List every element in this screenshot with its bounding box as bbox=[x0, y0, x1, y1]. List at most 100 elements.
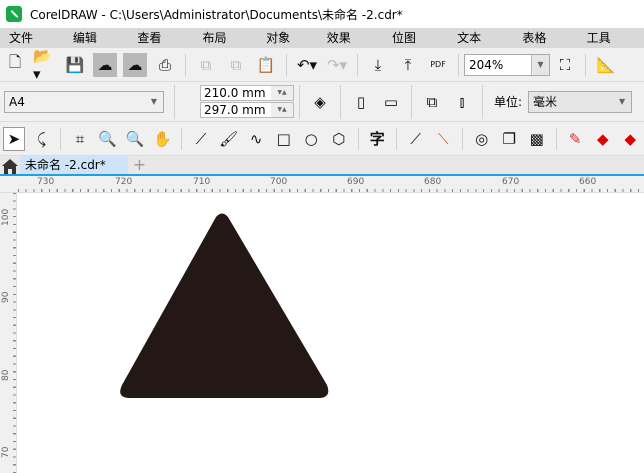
portrait-icon[interactable]: ▯ bbox=[349, 90, 373, 114]
transparency-icon[interactable]: ▩ bbox=[526, 127, 548, 151]
units-label: 单位: bbox=[494, 95, 523, 109]
new-document-icon[interactable]: 🗋 bbox=[3, 53, 27, 77]
ruler-ticks bbox=[13, 193, 16, 473]
dimension-tool-icon[interactable]: ⟋ bbox=[405, 127, 427, 151]
text-tool-icon[interactable]: 字 bbox=[366, 127, 388, 151]
cut-icon[interactable]: ⧉ bbox=[194, 53, 218, 77]
current-page-layout-icon[interactable]: ⧉ bbox=[420, 90, 444, 114]
ruler-label: 90 bbox=[1, 291, 11, 303]
polygon-tool-icon[interactable]: ⬡ bbox=[328, 127, 350, 151]
bspline-tool-icon[interactable]: ∿ bbox=[245, 127, 267, 151]
landscape-icon[interactable]: ▭ bbox=[379, 90, 403, 114]
horizontal-ruler[interactable]: 730 720 710 700 690 680 670 660 bbox=[0, 176, 644, 193]
ruler-label: 700 bbox=[270, 177, 288, 187]
chevron-down-icon[interactable]: ▼ bbox=[531, 54, 549, 75]
vertical-ruler[interactable]: 100 90 80 70 bbox=[0, 193, 17, 473]
menu-text[interactable]: 文本(X) bbox=[448, 28, 507, 65]
menu-bitmaps[interactable]: 位图(B) bbox=[383, 28, 442, 65]
crop-tool-icon[interactable]: ⌗ bbox=[69, 127, 91, 151]
page-width-value: 210.0 mm bbox=[204, 86, 266, 100]
ruler-label: 660 bbox=[579, 177, 597, 187]
separator bbox=[357, 127, 359, 150]
artistic-media-icon[interactable]: 🖌 bbox=[218, 127, 240, 151]
separator bbox=[461, 127, 463, 150]
drop-shadow-icon[interactable]: ❐ bbox=[498, 127, 520, 151]
copy-icon[interactable]: ⧉ bbox=[224, 53, 248, 77]
ruler-label: 710 bbox=[193, 177, 211, 187]
new-tab-button[interactable]: + bbox=[131, 156, 148, 174]
ruler-label: 100 bbox=[1, 208, 11, 226]
all-pages-icon[interactable]: ◈ bbox=[308, 90, 332, 114]
page-height-input[interactable]: 297.0 mm ▼▲ bbox=[200, 102, 294, 118]
undo-icon[interactable]: ↶▾ bbox=[295, 53, 319, 77]
open-folder-icon[interactable]: 📂▾ bbox=[33, 47, 57, 83]
import-icon[interactable]: ⤓ bbox=[366, 53, 390, 77]
pan-tool-icon[interactable]: ✋ bbox=[152, 127, 174, 151]
menu-effects[interactable]: 效果(C) bbox=[318, 28, 377, 65]
print-icon[interactable]: ⎙ bbox=[153, 53, 177, 77]
separator bbox=[395, 127, 397, 150]
redo-icon[interactable]: ↷▾ bbox=[325, 53, 349, 77]
separator bbox=[181, 127, 183, 150]
page-facing-icon[interactable]: ⫾ bbox=[450, 90, 474, 114]
zoom-level-combo[interactable]: 204% ▼ bbox=[464, 53, 550, 76]
coreldraw-logo-icon bbox=[6, 6, 22, 22]
export-pdf-icon[interactable]: PDF bbox=[426, 53, 450, 77]
shape-tool-icon[interactable]: ⤹ bbox=[31, 127, 53, 151]
paste-icon[interactable]: 📋 bbox=[254, 53, 278, 77]
menu-table[interactable]: 表格(T) bbox=[513, 28, 571, 65]
full-screen-icon[interactable]: ⛶ bbox=[553, 53, 577, 77]
separator bbox=[411, 84, 412, 119]
options-ruler-icon[interactable]: 📐 bbox=[594, 53, 618, 77]
menu-edit[interactable]: 编辑(E) bbox=[64, 28, 123, 65]
rectangle-tool-icon[interactable]: □ bbox=[273, 127, 295, 151]
ruler-label: 690 bbox=[347, 177, 365, 187]
separator bbox=[185, 53, 186, 76]
toolbox: ➤ ⤹ ⌗ 🔍 🔍 ✋ ⟋ 🖌 ∿ □ ○ ⬡ 字 ⟋ ⟍ ◎ ❐ ▩ ✎ ◆ … bbox=[0, 122, 644, 156]
separator bbox=[585, 53, 586, 76]
smart-fill-icon[interactable]: ◆ bbox=[619, 127, 641, 151]
units-select[interactable]: 毫米 ▼ bbox=[528, 90, 633, 113]
pick-tool-icon[interactable]: ➤ bbox=[3, 126, 25, 151]
standard-toolbar: 🗋 📂▾ 💾 ☁ ☁ ⎙ ⧉ ⧉ 📋 ↶▾ ↷▾ ⤓ ⤒ PDF 204% ▼ … bbox=[0, 47, 644, 83]
page-width-input[interactable]: 210.0 mm ▼▲ bbox=[200, 85, 294, 101]
separator bbox=[482, 84, 483, 119]
ellipse-tool-icon[interactable]: ○ bbox=[300, 127, 322, 151]
menu-object[interactable]: 对象(J) bbox=[257, 28, 312, 65]
drawing-canvas[interactable] bbox=[18, 193, 644, 473]
spinner-icon[interactable]: ▼▲ bbox=[271, 86, 293, 100]
canvas-svg bbox=[120, 213, 329, 399]
chevron-down-icon: ▼ bbox=[150, 97, 158, 106]
zoom-tool-icon[interactable]: 🔍 bbox=[97, 127, 119, 151]
cloud-download-icon[interactable]: ☁ bbox=[93, 52, 117, 77]
menu-bar: 文件(F) 编辑(E) 查看(V) 布局(L) 对象(J) 效果(C) 位图(B… bbox=[0, 28, 644, 65]
separator bbox=[357, 53, 358, 76]
page-size-select[interactable]: A4 ▼ bbox=[4, 90, 164, 113]
separator bbox=[174, 84, 175, 119]
freehand-tool-icon[interactable]: ⟋ bbox=[190, 127, 212, 151]
save-icon[interactable]: 💾 bbox=[63, 53, 87, 77]
menu-file[interactable]: 文件(F) bbox=[0, 28, 58, 65]
triangle-shape[interactable] bbox=[120, 213, 329, 399]
ruler-label: 80 bbox=[1, 369, 11, 381]
separator bbox=[60, 127, 62, 150]
property-bar: A4 ▼ 210.0 mm ▼▲ 297.0 mm ▼▲ ◈ ▯ ▭ ⧉ ⫾ 单位:… bbox=[0, 82, 644, 122]
window-title: CorelDRAW - C:\Users\Administrator\Docum… bbox=[30, 7, 403, 22]
menu-tools[interactable]: 工具(O) bbox=[578, 28, 638, 65]
cloud-upload-icon[interactable]: ☁ bbox=[123, 52, 147, 77]
title-bar: CorelDRAW - C:\Users\Administrator\Docum… bbox=[0, 0, 644, 28]
interactive-fill-icon[interactable]: ◆ bbox=[592, 127, 614, 151]
eyedropper-icon[interactable]: ✎ bbox=[564, 127, 586, 151]
document-tabs: 未命名 -2.cdr* + bbox=[0, 156, 644, 176]
spinner-icon[interactable]: ▼▲ bbox=[271, 103, 293, 117]
separator bbox=[299, 84, 300, 119]
separator bbox=[286, 53, 287, 76]
tab-document[interactable]: 未命名 -2.cdr* bbox=[20, 156, 128, 174]
connector-tool-icon[interactable]: ⟍ bbox=[432, 127, 454, 151]
zoom-out-tool-icon[interactable]: 🔍 bbox=[124, 127, 146, 151]
menu-layout[interactable]: 布局(L) bbox=[194, 28, 252, 65]
export-icon[interactable]: ⤒ bbox=[396, 53, 420, 77]
menu-view[interactable]: 查看(V) bbox=[128, 28, 187, 65]
home-icon[interactable] bbox=[2, 159, 18, 174]
blend-tool-icon[interactable]: ◎ bbox=[471, 127, 493, 151]
